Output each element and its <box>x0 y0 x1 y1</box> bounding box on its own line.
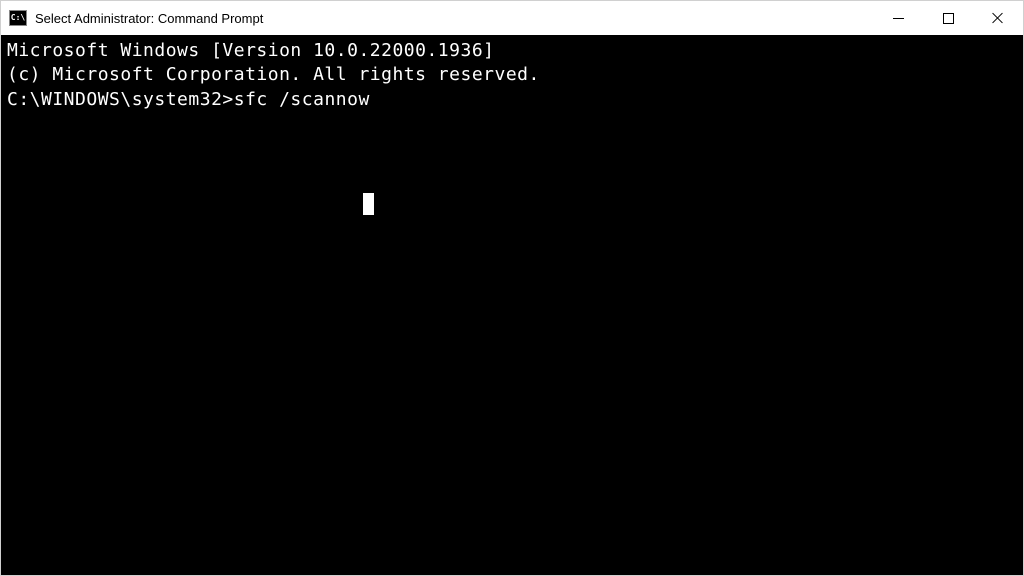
window-title: Select Administrator: Command Prompt <box>35 11 873 26</box>
terminal-command: sfc /scannow <box>234 89 370 110</box>
minimize-button[interactable] <box>873 1 923 35</box>
close-icon <box>992 12 1004 24</box>
maximize-button[interactable] <box>923 1 973 35</box>
terminal-cursor <box>363 193 374 215</box>
minimize-icon <box>893 18 904 19</box>
titlebar[interactable]: C:\ Select Administrator: Command Prompt <box>1 1 1023 35</box>
terminal-area[interactable]: Microsoft Windows [Version 10.0.22000.19… <box>1 35 1023 575</box>
app-icon: C:\ <box>9 10 27 26</box>
terminal-output-copyright: (c) Microsoft Corporation. All rights re… <box>7 63 1017 87</box>
terminal-prompt-line: C:\WINDOWS\system32>sfc /scannow <box>7 88 1017 112</box>
command-prompt-window: C:\ Select Administrator: Command Prompt… <box>0 0 1024 576</box>
app-icon-label: C:\ <box>11 14 25 22</box>
terminal-prompt: C:\WINDOWS\system32> <box>7 89 234 110</box>
terminal-output-version: Microsoft Windows [Version 10.0.22000.19… <box>7 39 1017 63</box>
window-controls <box>873 1 1023 35</box>
close-button[interactable] <box>973 1 1023 35</box>
maximize-icon <box>943 13 954 24</box>
